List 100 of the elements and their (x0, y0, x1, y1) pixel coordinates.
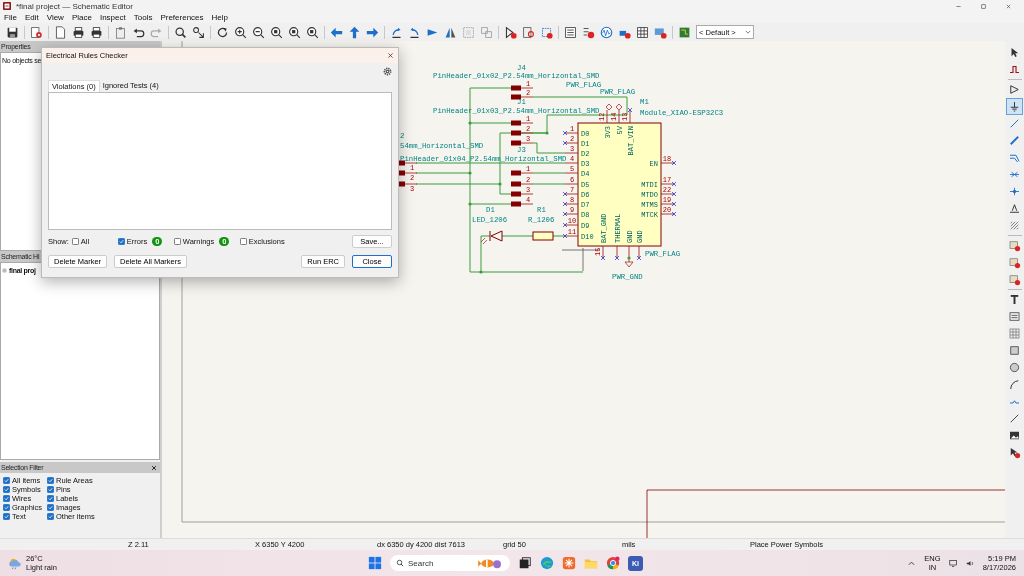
no-connect-mark (627, 107, 633, 113)
no-connect-mark (671, 191, 677, 197)
no-connect-mark (562, 201, 568, 207)
task-view-icon[interactable] (518, 556, 532, 570)
checkbox[interactable] (3, 513, 10, 520)
windows-start-icon[interactable] (368, 556, 382, 570)
monitor-icon[interactable] (948, 558, 958, 568)
pin-line (618, 109, 620, 124)
chrome-icon[interactable] (606, 556, 620, 570)
junction-dot (468, 202, 472, 206)
connector-pin (511, 201, 534, 207)
checkbox[interactable] (3, 495, 10, 502)
checkbox[interactable] (47, 513, 54, 520)
browser-icon[interactable] (540, 556, 554, 570)
junction-dot (468, 171, 472, 175)
no-connect-mark (562, 130, 568, 136)
connector-pin (511, 170, 534, 176)
connector-pin (399, 160, 418, 166)
pin-line (564, 162, 579, 164)
junction-dot (545, 131, 549, 135)
menu-item[interactable]: Tools (133, 13, 153, 22)
wire (552, 235, 566, 237)
connector-pin (399, 181, 418, 187)
close-icon[interactable] (151, 464, 157, 471)
ground-symbol (624, 257, 634, 268)
connector-pin (511, 85, 534, 91)
cloud-rain-icon (8, 556, 22, 570)
rectangle-icon[interactable] (1007, 343, 1022, 358)
caret-icon (745, 30, 751, 34)
no-connect-mark (562, 222, 568, 228)
checkbox[interactable] (3, 486, 10, 493)
connector-pin (399, 170, 418, 176)
checkbox[interactable] (117, 238, 125, 245)
no-connect-mark (671, 160, 677, 166)
connector-pin (511, 191, 534, 197)
menu-item[interactable]: Inspect (99, 13, 126, 22)
checkbox[interactable] (3, 504, 10, 511)
no-connect-mark (562, 191, 568, 197)
checkbox[interactable] (47, 495, 54, 502)
buffer-icon[interactable] (1007, 82, 1022, 97)
connector-pin (511, 130, 534, 136)
wire (501, 235, 534, 237)
led-symbol (480, 230, 503, 245)
no-connect-mark (614, 255, 620, 261)
checkbox[interactable] (3, 477, 10, 484)
pin-line (564, 203, 579, 205)
sheet-dot-icon (2, 268, 7, 273)
checkbox[interactable] (47, 477, 54, 484)
connector-pin (511, 181, 534, 187)
sheet-add-icon[interactable] (1007, 238, 1022, 253)
no-connect-mark (636, 255, 642, 261)
pin-line (660, 213, 675, 215)
label-icon[interactable] (1007, 201, 1022, 216)
pin-line (638, 245, 640, 259)
fish-icon (478, 557, 502, 569)
checkbox[interactable] (173, 238, 181, 245)
search-icon (396, 559, 404, 567)
volume-icon[interactable] (965, 558, 975, 568)
pin-line (629, 109, 631, 124)
pin-line (564, 235, 579, 237)
junction-dot (468, 121, 472, 125)
pin-line (564, 152, 579, 154)
menu-item[interactable]: File (4, 13, 17, 22)
connector-pin (511, 120, 534, 126)
maximize-icon[interactable] (980, 2, 987, 10)
checkbox[interactable] (47, 486, 54, 493)
sheet-pin-icon[interactable] (1007, 255, 1022, 270)
pin-line (564, 224, 579, 226)
sheet-import-icon[interactable] (1007, 272, 1022, 287)
no-connect-mark (562, 140, 568, 146)
checkbox[interactable] (47, 504, 54, 511)
pin-line (564, 172, 579, 174)
menu-item[interactable]: Edit (24, 13, 39, 22)
close-icon[interactable] (387, 52, 394, 59)
power-flag-symbol (605, 103, 623, 111)
checkbox[interactable] (71, 238, 79, 245)
menu-item[interactable]: Place (71, 13, 92, 22)
wire (532, 183, 566, 185)
pin-line (660, 203, 675, 205)
no-connect-mark (562, 233, 568, 239)
connector-pin (511, 94, 534, 100)
search-field[interactable]: Search (390, 555, 510, 571)
settings-icon[interactable] (383, 67, 392, 76)
ground-icon[interactable] (1007, 99, 1022, 114)
menu-item[interactable]: Preferences (160, 13, 204, 22)
connector-pin (511, 140, 534, 146)
wire (532, 172, 566, 174)
no-connect-mark (671, 201, 677, 207)
junction-dot (479, 270, 483, 274)
circle-icon[interactable] (1007, 360, 1022, 375)
menu-item[interactable]: View (46, 13, 64, 22)
app-icon[interactable] (562, 556, 576, 570)
pin-line (564, 213, 579, 215)
checkbox[interactable] (239, 238, 247, 245)
junction-dot (627, 256, 631, 260)
menu-item[interactable]: Help (211, 13, 228, 22)
no-connect-mark (671, 211, 677, 217)
textbox-icon[interactable] (1007, 309, 1022, 324)
bus-icon[interactable] (1007, 133, 1022, 148)
pin-line (564, 193, 579, 195)
